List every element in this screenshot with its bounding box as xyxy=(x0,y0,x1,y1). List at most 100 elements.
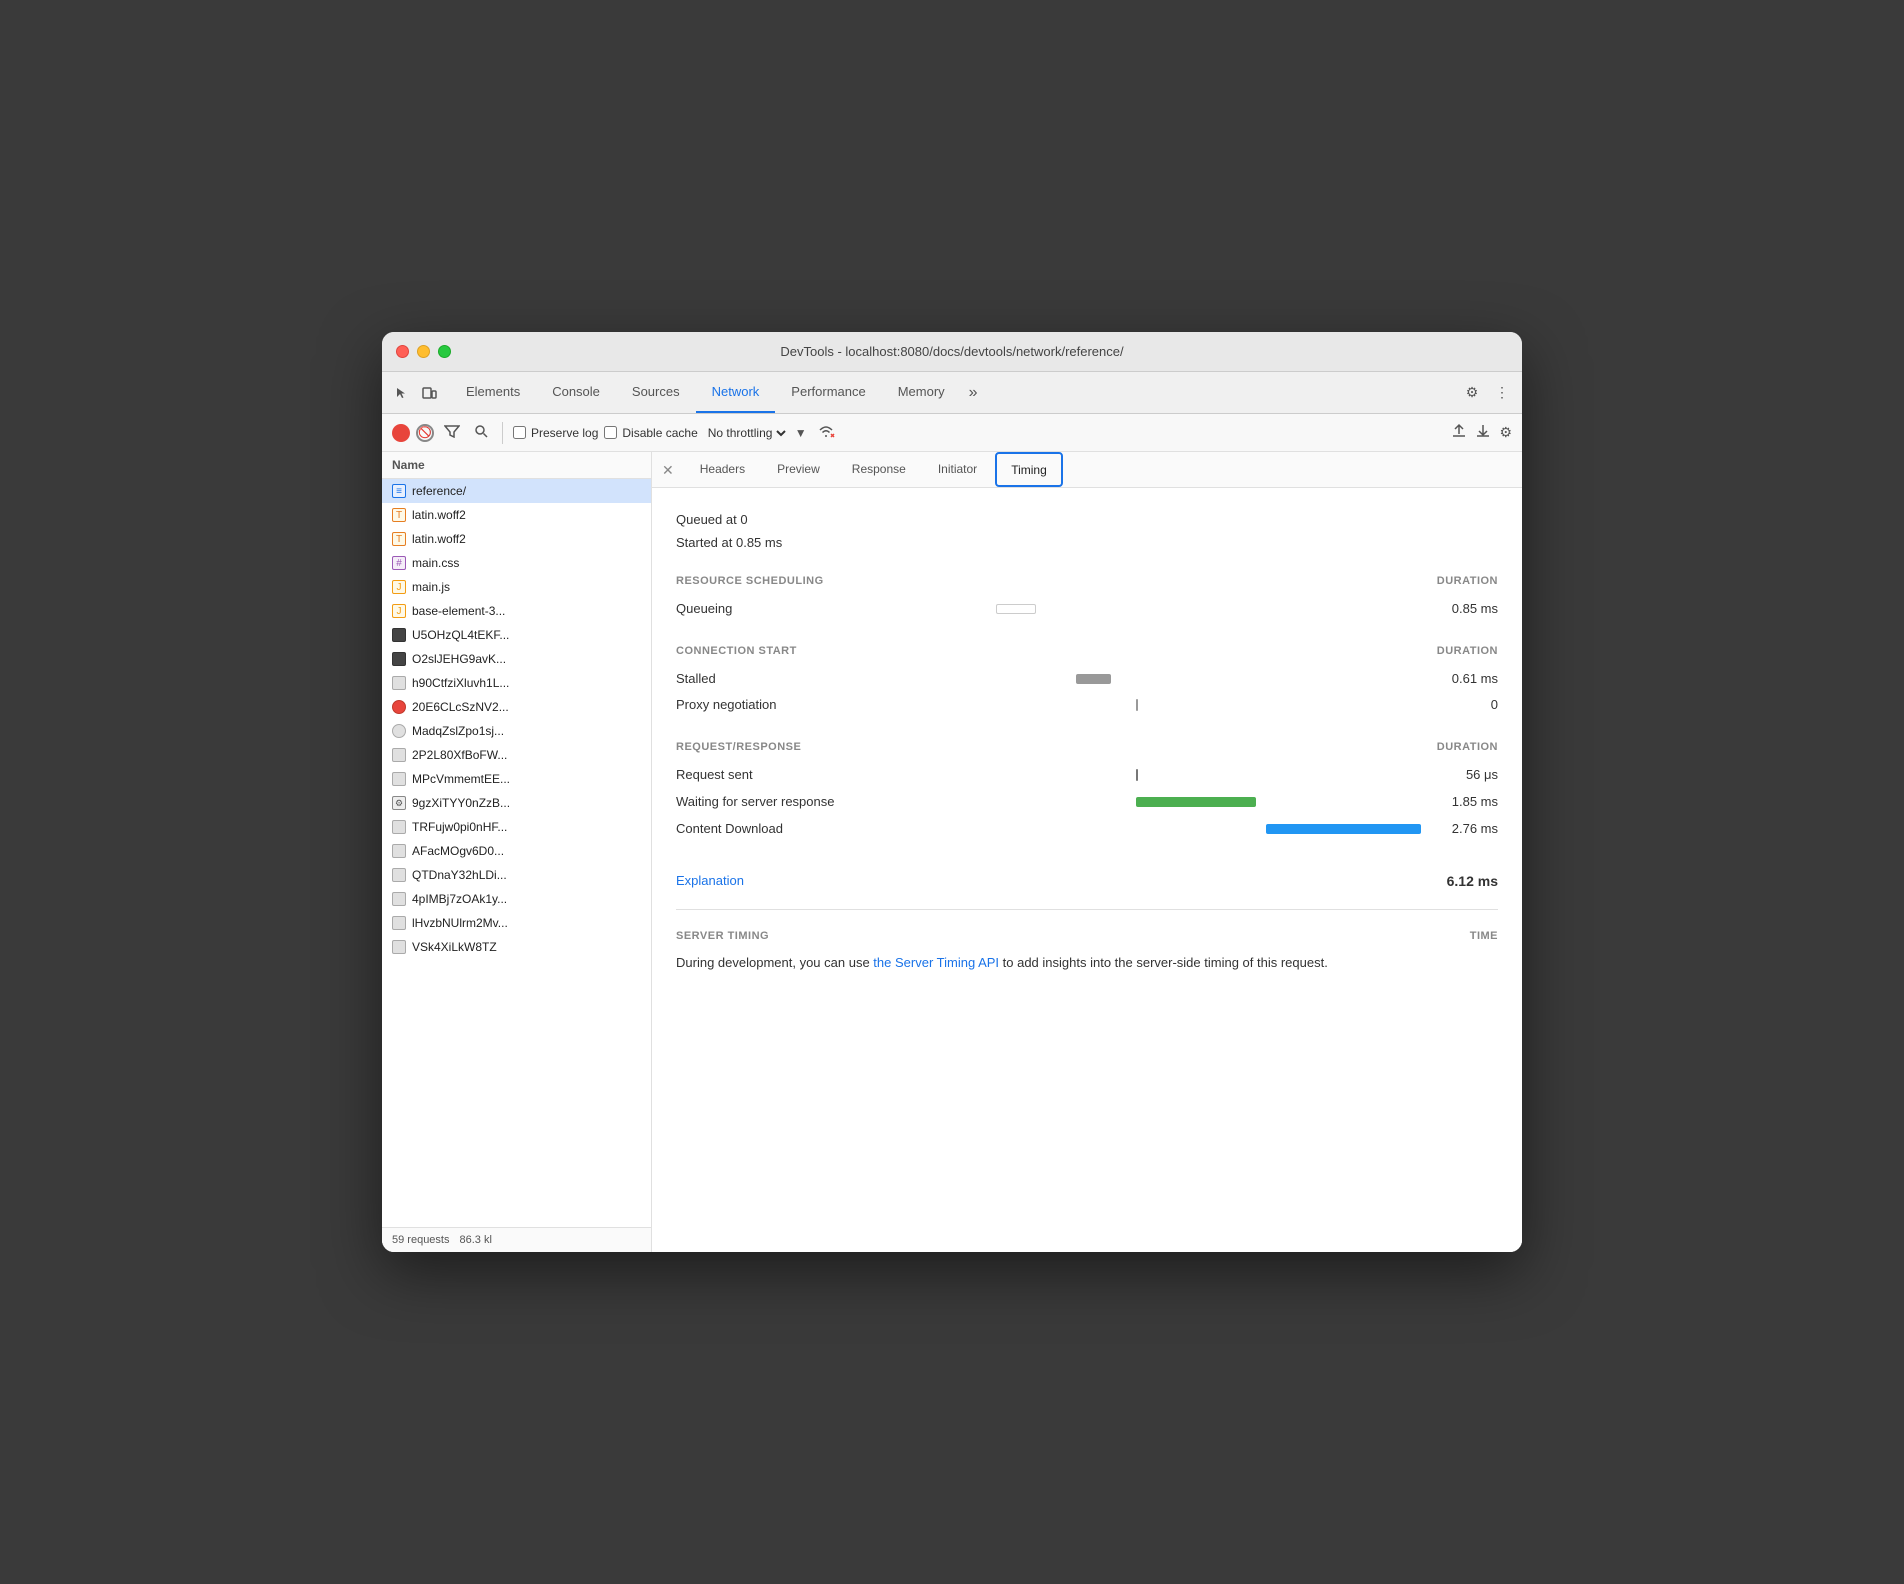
disable-cache-checkbox[interactable]: Disable cache xyxy=(604,426,697,440)
server-timing-header: Server Timing TIME xyxy=(676,930,1498,942)
waiting-bar-area xyxy=(876,794,1418,810)
other-icon xyxy=(392,724,406,738)
sidebar-item-name: lHvzbNUlrm2Mv... xyxy=(412,916,508,930)
filter-icon[interactable] xyxy=(440,422,464,443)
timing-footer: Explanation 6.12 ms xyxy=(676,865,1498,889)
other-icon xyxy=(392,916,406,930)
more-tabs-button[interactable]: » xyxy=(961,372,986,413)
sidebar-item-afa[interactable]: AFacMOgv6D0... xyxy=(382,839,651,863)
other-icon xyxy=(392,676,406,690)
server-timing-section: Server Timing TIME During development, y… xyxy=(676,930,1498,974)
other-icon xyxy=(392,892,406,906)
js-icon: J xyxy=(392,604,406,618)
window-title: DevTools - localhost:8080/docs/devtools/… xyxy=(780,344,1123,359)
sidebar-item-ihv[interactable]: lHvzbNUlrm2Mv... xyxy=(382,911,651,935)
sidebar-item-img2[interactable]: O2slJEHG9avK... xyxy=(382,647,651,671)
server-timing-api-link[interactable]: the Server Timing API xyxy=(873,955,999,970)
sidebar-item-mpc[interactable]: MPcVmmemtEE... xyxy=(382,767,651,791)
sidebar-item-madq[interactable]: MadqZslZpo1sj... xyxy=(382,719,651,743)
sidebar-item-9gz[interactable]: ⚙ 9gzXiTYY0nZzB... xyxy=(382,791,651,815)
download-icon[interactable] xyxy=(1475,423,1491,442)
sidebar-item-name: latin.woff2 xyxy=(412,532,466,546)
maximize-button[interactable] xyxy=(438,345,451,358)
sidebar-item-4pi[interactable]: 4pIMBj7zOAk1y... xyxy=(382,887,651,911)
sidebar-item-2p2[interactable]: 2P2L80XfBoFW... xyxy=(382,743,651,767)
sidebar-item-name: 20E6CLcSzNV2... xyxy=(412,700,509,714)
more-options-icon[interactable]: ⋮ xyxy=(1490,381,1514,405)
sidebar-item-trf[interactable]: TRFujw0pi0nHF... xyxy=(382,815,651,839)
waiting-bar-track xyxy=(876,797,1418,807)
devtools-body: Elements Console Sources Network Perform… xyxy=(382,372,1522,1252)
close-button[interactable] xyxy=(396,345,409,358)
tab-preview[interactable]: Preview xyxy=(763,452,834,487)
connection-start-section: Connection Start DURATION Stalled 0.61 m… xyxy=(676,645,1498,713)
settings-icon[interactable]: ⚙ xyxy=(1460,381,1484,405)
settings-file-icon: ⚙ xyxy=(392,796,406,810)
device-toggle-icon[interactable] xyxy=(418,381,442,405)
tab-elements[interactable]: Elements xyxy=(450,372,536,413)
sidebar-item-name: MadqZslZpo1sj... xyxy=(412,724,504,738)
queueing-bar xyxy=(996,604,1036,614)
other-icon xyxy=(392,940,406,954)
close-panel-button[interactable]: ✕ xyxy=(662,463,674,477)
sidebar-item-reference[interactable]: ≡ reference/ xyxy=(382,479,651,503)
sidebar-item-20e[interactable]: 20E6CLcSzNV2... xyxy=(382,695,651,719)
wifi-icon[interactable] xyxy=(817,423,835,442)
sidebar-item-mainjs[interactable]: J main.js xyxy=(382,575,651,599)
request-response-section: Request/Response DURATION Request sent 5… xyxy=(676,741,1498,837)
sidebar-item-name: 2P2L80XfBoFW... xyxy=(412,748,507,762)
sidebar-item-name: base-element-3... xyxy=(412,604,505,618)
timing-row-download: Content Download 2.76 ms xyxy=(676,821,1498,837)
preserve-log-checkbox[interactable]: Preserve log xyxy=(513,426,598,440)
tab-sources[interactable]: Sources xyxy=(616,372,696,413)
sidebar-item-name: main.css xyxy=(412,556,459,570)
record-button[interactable] xyxy=(392,424,410,442)
sidebar-item-h90[interactable]: h90CtfziXluvh1L... xyxy=(382,671,651,695)
tab-headers[interactable]: Headers xyxy=(686,452,759,487)
timing-row-stalled: Stalled 0.61 ms xyxy=(676,671,1498,687)
tab-memory[interactable]: Memory xyxy=(882,372,961,413)
request-bar-track xyxy=(876,770,1418,780)
tab-initiator[interactable]: Initiator xyxy=(924,452,991,487)
sidebar-item-latin1[interactable]: T latin.woff2 xyxy=(382,503,651,527)
sidebar-item-qtd[interactable]: QTDnaY32hLDi... xyxy=(382,863,651,887)
sidebar-item-css[interactable]: # main.css xyxy=(382,551,651,575)
tab-timing[interactable]: Timing xyxy=(995,452,1063,487)
upload-icon[interactable] xyxy=(1451,423,1467,442)
tab-network[interactable]: Network xyxy=(696,372,776,413)
throttle-select[interactable]: No throttling xyxy=(704,425,789,441)
section-separator xyxy=(676,909,1498,910)
search-icon[interactable] xyxy=(470,422,492,443)
main-tabs-bar: Elements Console Sources Network Perform… xyxy=(382,372,1522,414)
cursor-icon[interactable] xyxy=(390,381,414,405)
sidebar-item-name: 9gzXiTYY0nZzB... xyxy=(412,796,510,810)
sidebar-item-base[interactable]: J base-element-3... xyxy=(382,599,651,623)
sidebar-item-name: AFacMOgv6D0... xyxy=(412,844,504,858)
tab-performance[interactable]: Performance xyxy=(775,372,881,413)
js-icon: J xyxy=(392,580,406,594)
minimize-button[interactable] xyxy=(417,345,430,358)
img-icon xyxy=(392,628,406,642)
tab-console[interactable]: Console xyxy=(536,372,616,413)
font-icon: T xyxy=(392,532,406,546)
explanation-link[interactable]: Explanation xyxy=(676,873,744,888)
sidebar-item-vsk[interactable]: VSk4XiLkW8TZ xyxy=(382,935,651,959)
server-timing-description: During development, you can use the Serv… xyxy=(676,952,1498,974)
download-bar-area xyxy=(876,821,1418,837)
sidebar-item-latin2[interactable]: T latin.woff2 xyxy=(382,527,651,551)
sidebar-item-name: 4pIMBj7zOAk1y... xyxy=(412,892,507,906)
connection-start-header: Connection Start DURATION xyxy=(676,645,1498,661)
clear-button[interactable]: 🚫 xyxy=(416,424,434,442)
timing-row-proxy: Proxy negotiation 0 xyxy=(676,697,1498,713)
network-settings-icon[interactable]: ⚙ xyxy=(1499,424,1512,441)
network-toolbar: 🚫 Preserve log Disable cache xyxy=(382,414,1522,452)
total-size: 86.3 kl xyxy=(459,1234,491,1246)
tab-response[interactable]: Response xyxy=(838,452,920,487)
throttle-dropdown-icon[interactable]: ▼ xyxy=(795,426,807,440)
timing-content: Queued at 0 Started at 0.85 ms Resource … xyxy=(652,488,1522,1252)
stalled-bar-area xyxy=(876,671,1418,687)
sidebar-item-img1[interactable]: U5OHzQL4tEKF... xyxy=(382,623,651,647)
img-icon xyxy=(392,652,406,666)
tabs-right-icons: ⚙ ⋮ xyxy=(1460,381,1514,405)
other-icon xyxy=(392,844,406,858)
